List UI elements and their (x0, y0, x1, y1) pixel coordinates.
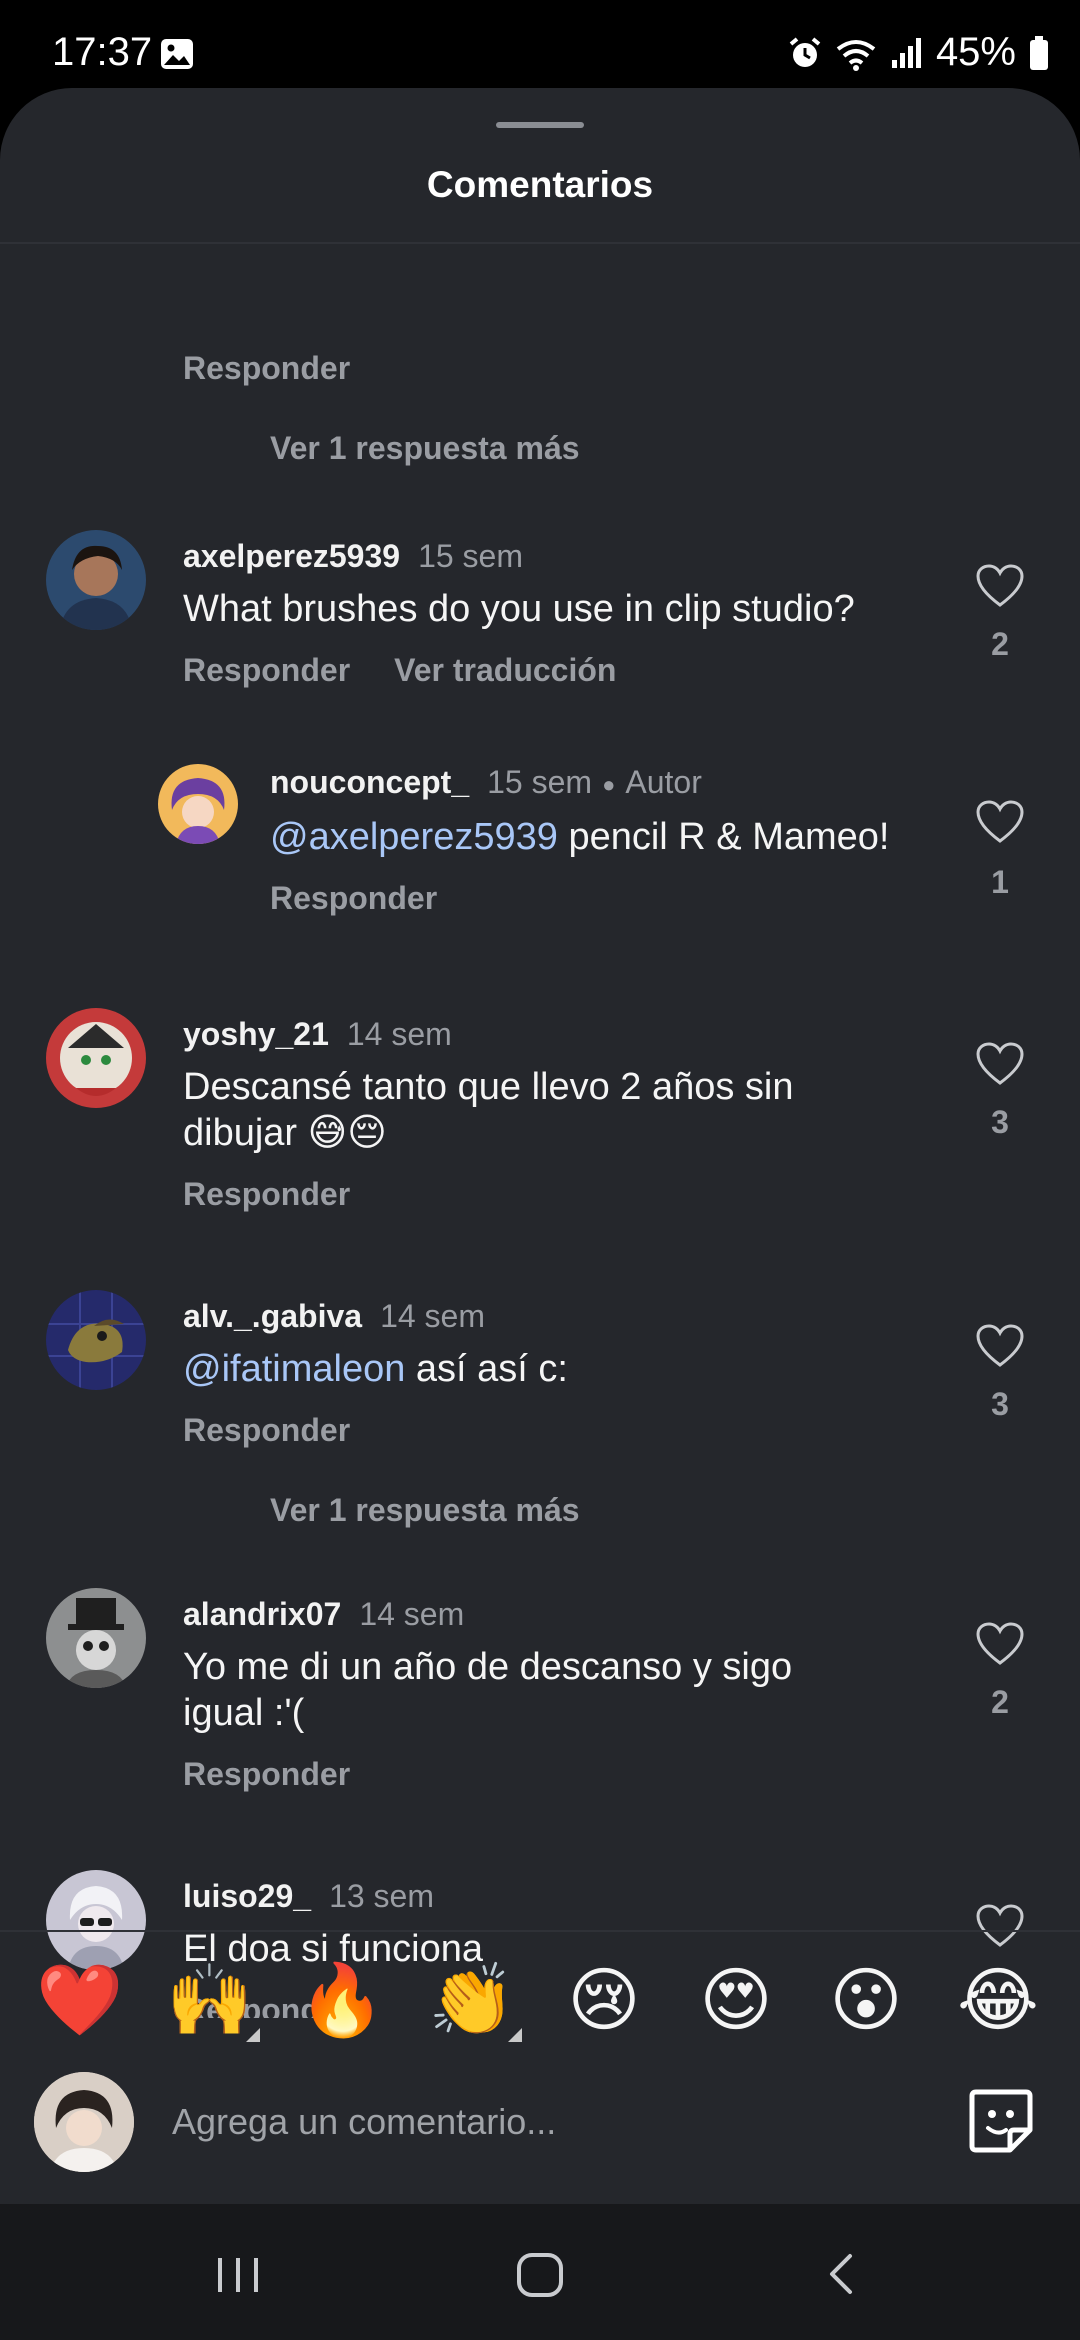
heart-icon[interactable] (975, 564, 1025, 608)
timestamp: 15 sem (487, 764, 593, 800)
emoji-laughing[interactable]: 😂 (950, 1952, 1046, 2048)
emoji-variants-indicator (508, 2028, 522, 2042)
author-badge: Autor (625, 764, 702, 800)
emoji-crying[interactable]: 😢 (556, 1952, 652, 2048)
like-count: 3 (991, 1386, 1009, 1422)
reply-button[interactable]: Responder (183, 1412, 350, 1448)
comment-composer (0, 2068, 1080, 2204)
view-more-replies-button[interactable]: Ver 1 respuesta más (270, 430, 580, 467)
avatar[interactable] (46, 1588, 146, 1688)
my-avatar (34, 2072, 134, 2172)
comment-input[interactable] (172, 2094, 932, 2150)
emoji-fire[interactable]: 🔥 (294, 1952, 390, 2048)
reply-button[interactable]: Responder (183, 652, 350, 688)
like-count: 2 (991, 1684, 1009, 1720)
avatar[interactable] (46, 530, 146, 630)
emoji-surprised[interactable]: 😮 (818, 1952, 914, 2048)
heart-icon[interactable] (975, 1622, 1025, 1666)
timestamp: 15 sem (418, 538, 523, 574)
reply-button[interactable]: Responder (183, 350, 350, 387)
reply-button[interactable]: Responder (183, 1176, 350, 1212)
back-icon[interactable] (812, 2244, 872, 2304)
comment-text: Yo me di un año de descanso y sigo igual… (183, 1646, 793, 1734)
username[interactable]: yoshy_21 (183, 1016, 329, 1052)
battery-icon (1030, 35, 1048, 70)
username[interactable]: axelperez5939 (183, 538, 400, 574)
mention-link[interactable]: @ifatimaleon (183, 1348, 405, 1390)
timestamp: 14 sem (346, 1016, 452, 1052)
heart-icon[interactable] (975, 1042, 1025, 1086)
username[interactable]: alv._.gabiva (183, 1298, 362, 1334)
alarm-icon (789, 36, 821, 67)
view-more-replies-button[interactable]: Ver 1 respuesta más (270, 1492, 580, 1529)
drag-handle[interactable] (496, 122, 584, 128)
comment-text: @ifatimaleon así así c: (183, 1348, 568, 1390)
system-nav-bar (0, 2204, 1080, 2340)
recent-apps-icon[interactable] (208, 2244, 268, 2304)
username[interactable]: luiso29_ (183, 1878, 311, 1914)
username[interactable]: alandrix07 (183, 1596, 341, 1632)
emoji-clapping[interactable]: 👏 (424, 1952, 520, 2048)
avatar[interactable] (46, 1290, 146, 1390)
comment-text: Descansé tanto que llevo 2 años sin dibu… (183, 1066, 794, 1154)
timestamp: 14 sem (359, 1596, 465, 1632)
wifi-icon (836, 39, 876, 71)
emoji-variants-indicator (246, 2028, 260, 2042)
mention-link[interactable]: @axelperez5939 (270, 816, 558, 858)
status-time: 17:37 (52, 30, 153, 74)
heart-icon[interactable] (975, 1324, 1025, 1368)
comments-list[interactable]: Responder Ver 1 respuesta más axelperez5… (0, 244, 1080, 2018)
like-count: 1 (991, 864, 1009, 900)
avatar[interactable] (46, 1008, 146, 1108)
like-count: 2 (991, 626, 1009, 662)
emoji-heart-eyes[interactable]: 😍 (688, 1952, 784, 2048)
sheet-title: Comentarios (426, 164, 654, 205)
heart-icon[interactable] (975, 800, 1025, 844)
signal-icon (891, 37, 921, 68)
comment-text: What brushes do you use in clip studio? (183, 588, 855, 630)
comment-text: @axelperez5939 pencil R & Mameo! (270, 816, 890, 858)
see-translation-button[interactable]: Ver traducción (394, 652, 616, 688)
username[interactable]: nouconcept_ (270, 764, 469, 800)
emoji-quick-bar: ❤️ 🙌 🔥 👏 😢 😍 😮 😂 (0, 1930, 1080, 2080)
emoji-heart[interactable]: ❤️ (32, 1952, 128, 2048)
comments-sheet: Comentarios Responder Ver 1 respuesta má… (0, 88, 1080, 2204)
like-count: 3 (991, 1104, 1009, 1140)
battery-percent: 45% (935, 30, 1016, 74)
sticker-icon[interactable] (966, 2086, 1036, 2156)
timestamp: 13 sem (329, 1878, 434, 1914)
timestamp: 14 sem (380, 1298, 485, 1334)
gallery-notification-icon (161, 39, 193, 69)
avatar[interactable] (158, 764, 238, 844)
home-icon[interactable] (510, 2244, 570, 2304)
reply-button[interactable]: Responder (183, 1756, 350, 1792)
status-icons: 45% (788, 30, 1050, 75)
reply-button[interactable]: Responder (270, 880, 437, 916)
emoji-raising-hands[interactable]: 🙌 (162, 1952, 258, 2048)
